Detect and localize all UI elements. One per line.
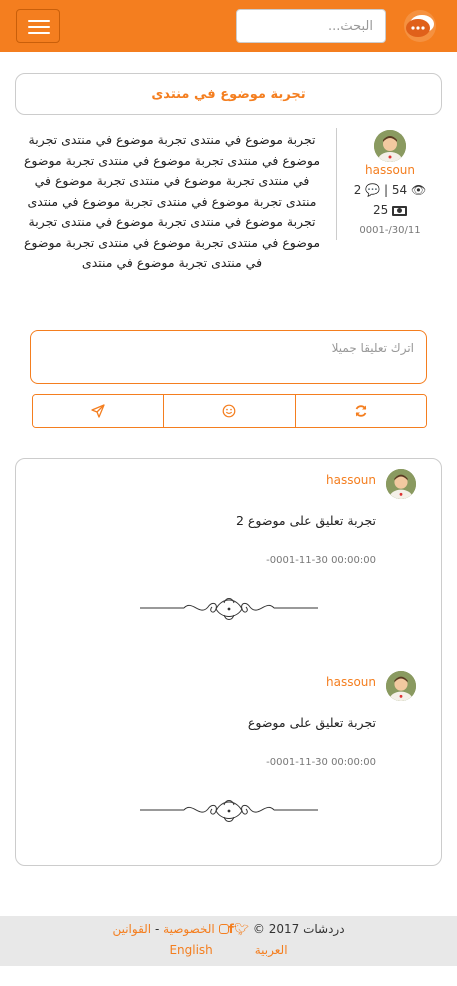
comment-text: تجربة تعليق على موضوع (247, 715, 376, 730)
rules-link[interactable]: القوانين (112, 922, 151, 936)
footer-brand: دردشات (303, 922, 345, 936)
hamburger-line (28, 26, 50, 28)
footer-separator: - (154, 922, 160, 936)
post-date: 0001-/30/11 (359, 225, 421, 236)
money-icon (392, 205, 408, 216)
comments-count: 2 (353, 183, 362, 197)
topic-title: تجربة موضوع في منتدى (15, 73, 442, 115)
stats-divider: | (384, 183, 389, 197)
list-item: hassoun تجربة تعليق على موضوع 2 -0001-11… (16, 459, 441, 629)
topic-stats: 2 💬 | 54 👁 (337, 183, 443, 197)
comment-author[interactable]: hassoun (256, 473, 376, 487)
avatar-icon (386, 671, 416, 701)
instagram-icon[interactable] (218, 924, 229, 934)
comment-textarea[interactable] (30, 330, 427, 384)
send-button[interactable] (33, 395, 164, 427)
lang-arabic-link[interactable]: العربية (255, 943, 288, 957)
list-item: hassoun تجربة تعليق على موضوع -0001-11-3… (16, 661, 441, 831)
chat-logo-icon[interactable] (403, 9, 437, 43)
comment-icon: 💬 (365, 183, 381, 197)
eye-icon: 👁 (411, 183, 427, 197)
comment-author[interactable]: hassoun (256, 675, 376, 689)
comments-list: hassoun تجربة تعليق على موضوع 2 -0001-11… (15, 458, 442, 866)
privacy-link[interactable]: الخصوصية (163, 922, 215, 936)
top-navbar (0, 0, 457, 52)
avatar-icon (386, 469, 416, 499)
author-card: hassoun 2 💬 | 54 👁 25 0001-/30/11 (336, 128, 442, 240)
points-count: 25 (372, 203, 389, 217)
hamburger-line (28, 32, 50, 34)
emoji-button[interactable] (163, 395, 295, 427)
language-switcher: English العربية (0, 943, 457, 957)
menu-toggle-button[interactable] (16, 9, 60, 43)
ornament-divider (140, 598, 318, 620)
footer-links: دردشات 2017 © 🐦︎f الخصوصية - القوانين (0, 922, 457, 936)
topic-points: 25 (337, 203, 443, 217)
ornament-divider (140, 800, 318, 822)
twitter-icon[interactable]: 🐦︎ (234, 922, 249, 936)
avatar[interactable] (374, 130, 406, 162)
refresh-button[interactable] (294, 395, 426, 427)
comment-date: -0001-11-30 00:00:00 (266, 555, 376, 566)
avatar[interactable] (386, 671, 416, 701)
search-input[interactable] (236, 9, 386, 43)
send-icon (91, 404, 105, 418)
avatar-icon (374, 130, 406, 162)
comment-date: -0001-11-30 00:00:00 (266, 757, 376, 768)
views-count: 54 (391, 183, 408, 197)
lang-english-link[interactable]: English (169, 943, 212, 957)
comment-text: تجربة تعليق على موضوع 2 (235, 513, 376, 528)
refresh-icon (355, 405, 367, 417)
author-name[interactable]: hassoun (337, 163, 443, 177)
footer: دردشات 2017 © 🐦︎f الخصوصية - القوانين En… (0, 916, 457, 966)
avatar[interactable] (386, 469, 416, 499)
comment-actions (32, 394, 427, 428)
smiley-icon (223, 404, 236, 418)
topic-body: تجربة موضوع في منتدى تجربة موضوع في منتد… (23, 132, 321, 270)
hamburger-line (28, 20, 50, 22)
footer-year: 2017 © (252, 922, 300, 936)
